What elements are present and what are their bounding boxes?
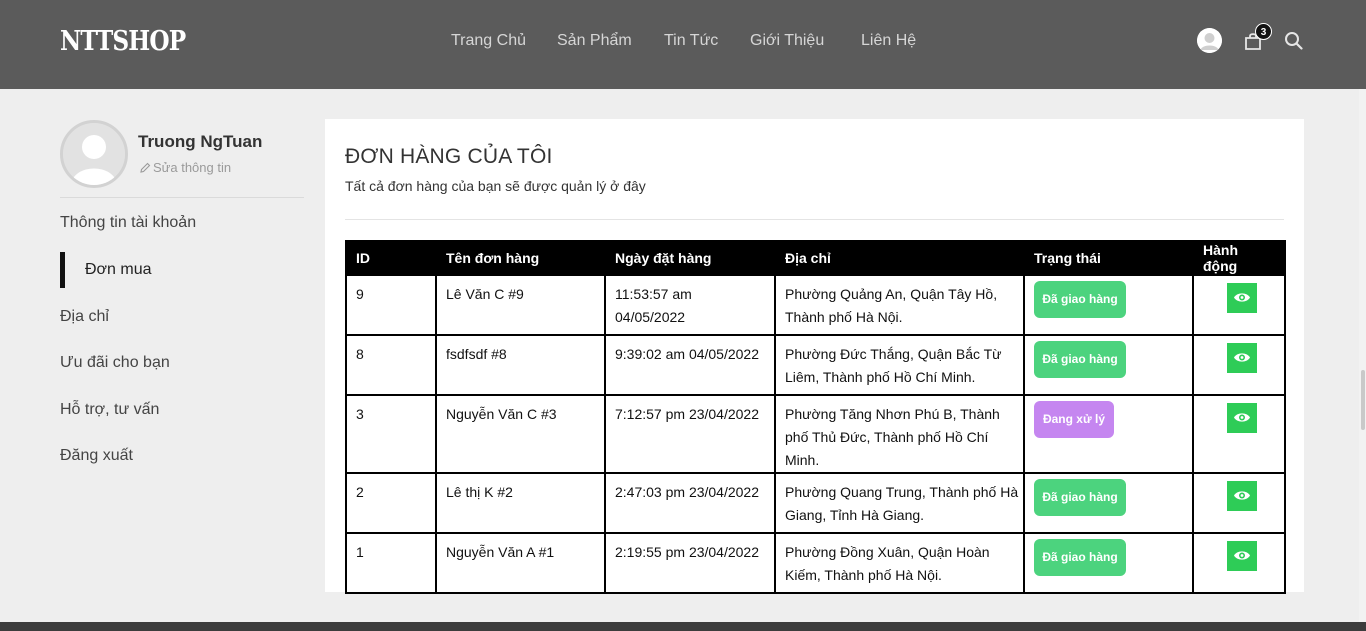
order-id: 3 [345, 394, 437, 474]
column-header-name: Tên đơn hàng [435, 240, 606, 276]
order-status-cell: Đã giao hàng [1023, 472, 1194, 534]
status-badge[interactable]: Đã giao hàng [1034, 281, 1126, 318]
status-badge[interactable]: Đang xử lý [1034, 401, 1114, 438]
order-status-cell: Đã giao hàng [1023, 274, 1194, 336]
profile-name: Truong NgTuan [138, 132, 263, 151]
view-order-button[interactable] [1227, 481, 1257, 511]
site-header: NTTSHOP Trang Chủ Sản Phẩm Tin Tức Giới … [0, 0, 1366, 89]
avatar [60, 120, 128, 188]
eye-icon [1234, 353, 1250, 362]
sidebar-active-indicator [60, 252, 65, 288]
nav-item-news[interactable]: Tin Tức [664, 32, 718, 50]
status-badge[interactable]: Đã giao hàng [1034, 341, 1126, 378]
view-order-button[interactable] [1227, 541, 1257, 571]
page-scrollbar-thumb[interactable] [1361, 370, 1365, 430]
order-date: 11:53:57 am 04/05/2022 [604, 274, 776, 336]
eye-icon [1234, 293, 1250, 302]
order-name: Lê thị K #2 [435, 472, 606, 534]
order-action-cell [1192, 472, 1286, 534]
order-date: 2:47:03 pm 23/04/2022 [604, 472, 776, 534]
order-date: 7:12:57 pm 23/04/2022 [604, 394, 776, 474]
table-row: 9 Lê Văn C #9 11:53:57 am 04/05/2022 Phư… [345, 274, 1286, 336]
order-id: 8 [345, 334, 437, 396]
order-name: fsdfsdf #8 [435, 334, 606, 396]
table-row: 2 Lê thị K #2 2:47:03 pm 23/04/2022 Phườ… [345, 472, 1286, 534]
page-title: ĐƠN HÀNG CỦA TÔI [345, 145, 553, 168]
column-header-date: Ngày đặt hàng [604, 240, 776, 276]
order-name: Nguyễn Văn C #3 [435, 394, 606, 474]
nav-item-contact[interactable]: Liên Hệ [861, 32, 916, 50]
status-badge[interactable]: Đã giao hàng [1034, 539, 1126, 576]
order-date: 2:19:55 pm 23/04/2022 [604, 532, 776, 594]
order-action-cell [1192, 394, 1286, 474]
view-order-button[interactable] [1227, 343, 1257, 373]
footer-strip [0, 622, 1366, 631]
column-header-address: Địa chỉ [774, 240, 1025, 276]
table-row: 8 fsdfsdf #8 9:39:02 am 04/05/2022 Phườn… [345, 334, 1286, 396]
nav-item-home[interactable]: Trang Chủ [451, 32, 526, 50]
page-subtitle: Tất cả đơn hàng của bạn sẽ được quản lý … [345, 178, 646, 194]
view-order-button[interactable] [1227, 283, 1257, 313]
column-header-action: Hành động [1192, 240, 1286, 276]
order-id: 9 [345, 274, 437, 336]
order-id: 1 [345, 532, 437, 594]
order-action-cell [1192, 532, 1286, 594]
sidebar-item-support[interactable]: Hỗ trợ, tư vấn [60, 401, 159, 419]
order-date: 9:39:02 am 04/05/2022 [604, 334, 776, 396]
order-address: Phường Quảng An, Quận Tây Hồ, Thành phố … [774, 274, 1025, 336]
cart-count-badge: 3 [1255, 23, 1272, 40]
edit-profile-label: Sửa thông tin [153, 160, 232, 175]
order-status-cell: Đã giao hàng [1023, 532, 1194, 594]
order-address: Phường Quang Trung, Thành phố Hà Giang, … [774, 472, 1025, 534]
table-header-row: ID Tên đơn hàng Ngày đặt hàng Địa chỉ Tr… [345, 240, 1286, 276]
nav-item-products[interactable]: Sản Phẩm [557, 32, 632, 50]
order-status-cell: Đã giao hàng [1023, 334, 1194, 396]
sidebar-item-orders[interactable]: Đơn mua [85, 261, 152, 279]
order-action-cell [1192, 334, 1286, 396]
order-id: 2 [345, 472, 437, 534]
order-name: Nguyễn Văn A #1 [435, 532, 606, 594]
order-address: Phường Đức Thắng, Quận Bắc Từ Liêm, Thàn… [774, 334, 1025, 396]
pencil-icon [140, 162, 151, 173]
table-row: 3 Nguyễn Văn C #3 7:12:57 pm 23/04/2022 … [345, 394, 1286, 474]
sidebar-item-account-info[interactable]: Thông tin tài khoản [60, 214, 196, 232]
order-action-cell [1192, 274, 1286, 336]
sidebar-item-address[interactable]: Địa chỉ [60, 308, 109, 326]
card-divider [345, 219, 1284, 220]
table-row: 1 Nguyễn Văn A #1 2:19:55 pm 23/04/2022 … [345, 532, 1286, 594]
sidebar-item-offers[interactable]: Ưu đãi cho bạn [60, 354, 170, 372]
eye-icon [1234, 413, 1250, 422]
order-status-cell: Đang xử lý [1023, 394, 1194, 474]
order-name: Lê Văn C #9 [435, 274, 606, 336]
view-order-button[interactable] [1227, 403, 1257, 433]
site-logo[interactable]: NTTSHOP [60, 26, 186, 57]
eye-icon [1234, 491, 1250, 500]
search-icon[interactable] [1284, 31, 1303, 50]
eye-icon [1234, 551, 1250, 560]
nav-item-about[interactable]: Giới Thiệu [750, 32, 824, 50]
sidebar-divider [60, 197, 304, 198]
status-badge[interactable]: Đã giao hàng [1034, 479, 1126, 516]
user-icon[interactable] [1197, 28, 1222, 53]
order-address: Phường Đồng Xuân, Quận Hoàn Kiếm, Thành … [774, 532, 1025, 594]
sidebar-item-logout[interactable]: Đăng xuất [60, 447, 133, 465]
page-scrollbar[interactable] [1359, 89, 1366, 622]
edit-profile-link[interactable]: Sửa thông tin [140, 160, 231, 175]
column-header-status: Trạng thái [1023, 240, 1194, 276]
column-header-id: ID [345, 240, 437, 276]
orders-table: ID Tên đơn hàng Ngày đặt hàng Địa chỉ Tr… [345, 240, 1286, 594]
order-address: Phường Tăng Nhơn Phú B, Thành phố Thủ Đứ… [774, 394, 1025, 474]
